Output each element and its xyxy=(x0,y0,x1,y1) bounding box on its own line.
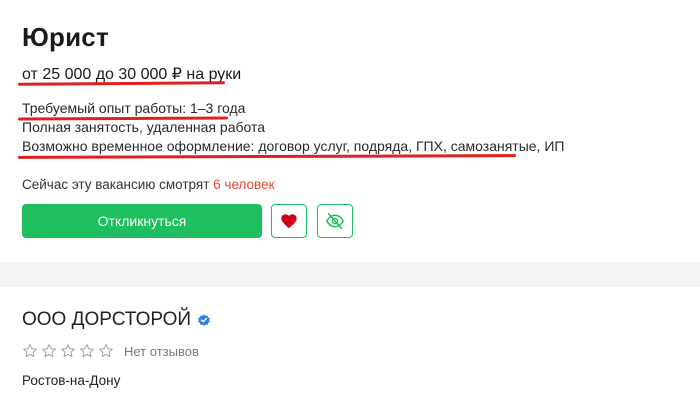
verified-check-icon xyxy=(198,314,210,326)
annotation-underline xyxy=(17,81,226,86)
experience-text: Требуемый опыт работы: 1–3 года xyxy=(22,100,246,116)
star-outline-icon xyxy=(61,344,75,358)
rating-stars xyxy=(22,343,114,359)
eye-off-icon xyxy=(325,212,345,230)
star-outline-icon xyxy=(42,344,56,358)
favorite-button[interactable] xyxy=(271,204,307,238)
star-outline-icon xyxy=(99,344,113,358)
reviews-count: Нет отзывов xyxy=(124,343,199,359)
apply-button[interactable]: Откликнуться xyxy=(22,204,262,238)
company-rating: Нет отзывов xyxy=(22,343,199,359)
company-city: Ростов-на-Дону xyxy=(22,373,121,388)
heart-icon xyxy=(281,214,297,229)
company-name-link[interactable]: ООО ДОРСТОРОЙ xyxy=(22,309,191,331)
annotation-underline xyxy=(17,154,517,159)
company-card: ООО ДОРСТОРОЙ Нет отзывов Ростов-на-Дону xyxy=(0,287,700,412)
star-outline-icon xyxy=(23,344,37,358)
contract-text: Возможно временное оформление: договор у… xyxy=(22,138,565,154)
company-title: ООО ДОРСТОРОЙ xyxy=(22,309,211,331)
viewers-prefix: Сейчас эту вакансию смотрят xyxy=(22,177,210,192)
viewers-count: 6 человек xyxy=(213,177,275,192)
vacancy-title: Юрист xyxy=(22,22,109,52)
employment-text: Полная занятость, удаленная работа xyxy=(22,119,266,135)
viewers-info: Сейчас эту вакансию смотрят 6 человек xyxy=(22,177,275,192)
hide-vacancy-button[interactable] xyxy=(317,204,353,238)
vacancy-card: Юрист от 25 000 до 30 000 ₽ на руки Треб… xyxy=(0,0,700,262)
star-outline-icon xyxy=(80,344,94,358)
